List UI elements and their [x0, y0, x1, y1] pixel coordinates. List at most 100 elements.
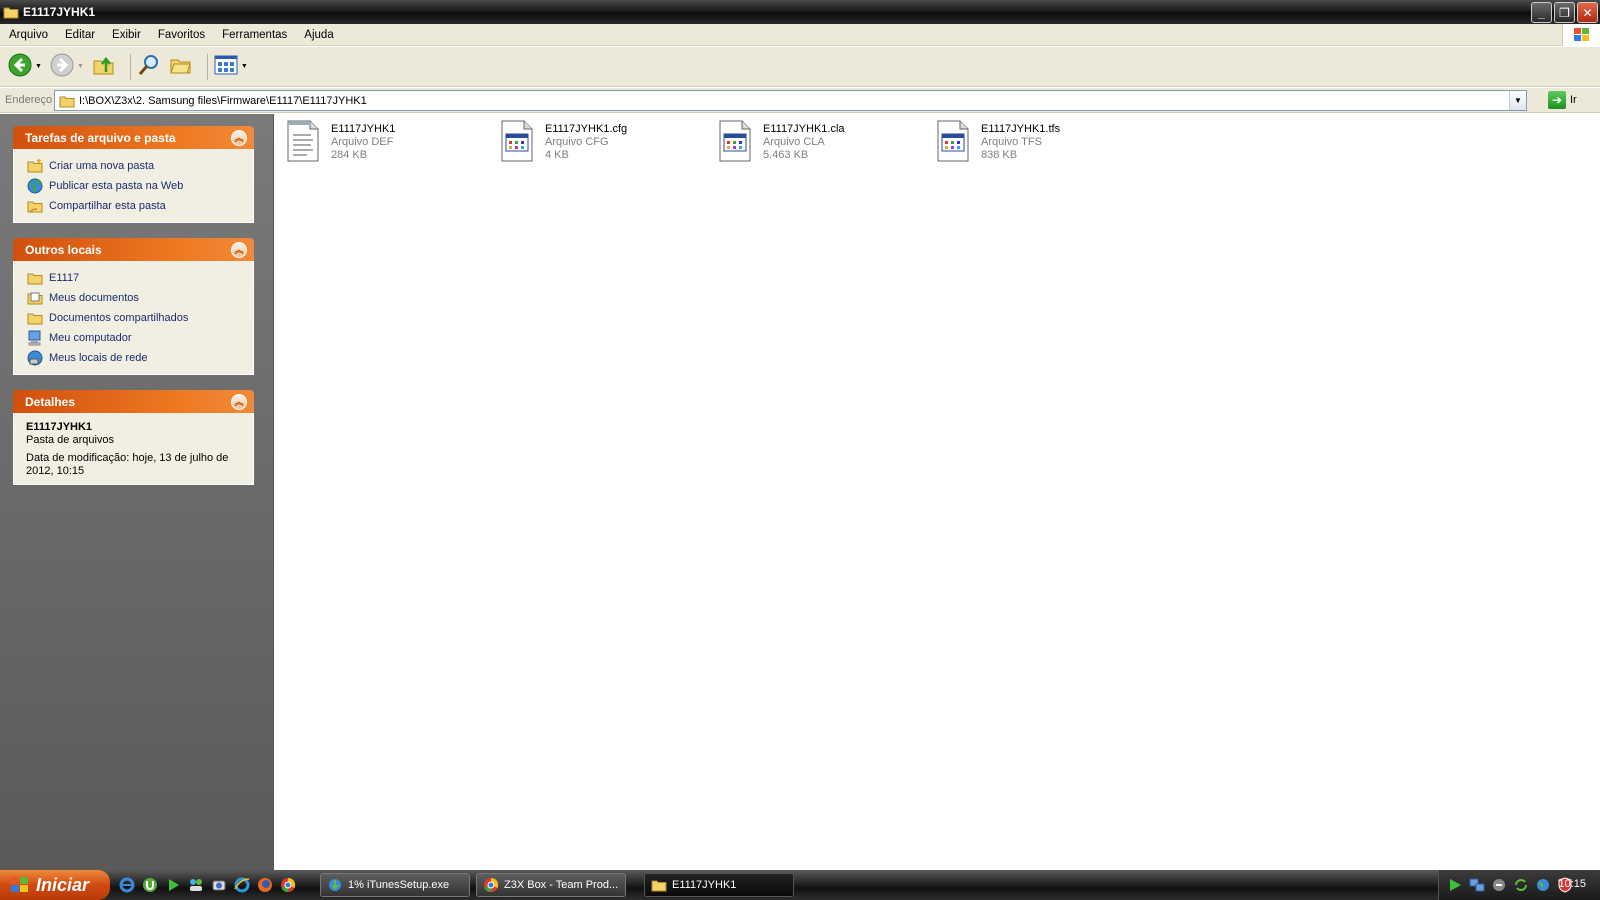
task-new-folder[interactable]: Criar uma nova pasta — [26, 156, 253, 176]
views-icon — [214, 54, 238, 79]
network-icon[interactable] — [1469, 877, 1485, 893]
media-player-icon[interactable] — [164, 876, 182, 894]
menu-ferramentas[interactable]: Ferramentas — [213, 29, 295, 41]
go-arrow-icon: ➔ — [1548, 91, 1566, 109]
place-label: Documentos compartilhados — [49, 312, 189, 324]
windows-logo-icon — [1562, 24, 1600, 46]
panel-details-header[interactable]: Detalhes ︽ — [13, 390, 254, 413]
folders-icon — [169, 53, 193, 80]
camera-icon[interactable] — [210, 876, 228, 894]
menu-favoritos[interactable]: Favoritos — [149, 29, 213, 41]
place-label: Meus documentos — [49, 292, 139, 304]
taskbar: Iniciar 1% iTunesSetup.exe Z3X Box - Tea… — [0, 870, 1600, 900]
app-file-icon — [717, 118, 755, 166]
computer-icon — [26, 330, 44, 346]
restore-button[interactable]: ❐ — [1554, 2, 1575, 23]
panel-other-places: Outros locais ︽ E1117 Meus documentos Do… — [13, 238, 254, 375]
msn-icon[interactable] — [187, 876, 205, 894]
file-name: E1117JYHK1.cla — [763, 123, 845, 135]
panel-title: Detalhes — [25, 394, 76, 409]
panel-other-places-body: E1117 Meus documentos Documentos compart… — [13, 261, 254, 375]
quick-launch — [118, 876, 297, 894]
chevron-down-icon[interactable]: ▼ — [35, 63, 42, 70]
ie-alt-icon[interactable] — [233, 876, 251, 894]
minimize-button[interactable]: _ — [1531, 2, 1552, 23]
download-icon — [327, 877, 343, 893]
firefox-icon[interactable] — [256, 876, 274, 894]
security-icon[interactable] — [1491, 877, 1507, 893]
file-list: E1117JYHK1 Arquivo DEF 284 KB E1117JYHK1… — [275, 114, 1600, 870]
chevron-up-icon[interactable]: ︽ — [231, 129, 247, 146]
close-icon: ✕ — [1582, 5, 1593, 20]
forward-button[interactable]: ▼ — [50, 52, 84, 82]
close-button[interactable]: ✕ — [1577, 2, 1598, 23]
back-button[interactable]: ▼ — [8, 52, 42, 82]
place-network[interactable]: Meus locais de rede — [26, 348, 253, 368]
folder-icon — [651, 877, 667, 893]
place-my-computer[interactable]: Meu computador — [26, 328, 253, 348]
chevron-down-icon[interactable]: ▼ — [241, 63, 248, 70]
menu-arquivo[interactable]: Arquivo — [0, 29, 56, 41]
go-button[interactable]: ➔ Ir — [1548, 91, 1577, 109]
ie-icon[interactable] — [118, 876, 136, 894]
search-button[interactable] — [137, 52, 161, 82]
panel-tasks-header[interactable]: Tarefas de arquivo e pasta ︽ — [13, 126, 254, 149]
task-label: Publicar esta pasta na Web — [49, 180, 184, 192]
place-label: Meu computador — [49, 332, 132, 344]
clock[interactable]: 10:15 — [1558, 878, 1586, 890]
windows-logo-icon — [10, 876, 30, 894]
file-name: E1117JYHK1.tfs — [981, 123, 1061, 135]
address-input[interactable]: I:\BOX\Z3x\2. Samsung files\Firmware\E11… — [54, 90, 1527, 111]
up-folder-button[interactable] — [92, 52, 116, 82]
folders-button[interactable] — [169, 52, 193, 82]
file-item[interactable]: E1117JYHK1.tfs Arquivo TFS 838 KB — [935, 118, 1145, 168]
chevron-down-icon[interactable]: ▼ — [77, 63, 84, 70]
file-type: Arquivo CLA — [763, 136, 825, 148]
utorrent-icon[interactable] — [141, 876, 159, 894]
menu-ajuda[interactable]: Ajuda — [295, 29, 341, 41]
place-label: Meus locais de rede — [49, 352, 148, 364]
panel-other-places-header[interactable]: Outros locais ︽ — [13, 238, 254, 261]
globe-icon[interactable] — [1535, 877, 1551, 893]
chrome-icon — [483, 877, 499, 893]
start-label: Iniciar — [36, 874, 90, 895]
menu-exibir[interactable]: Exibir — [103, 29, 149, 41]
task-share-folder[interactable]: Compartilhar esta pasta — [26, 196, 253, 216]
address-dropdown-button[interactable]: ▼ — [1509, 91, 1526, 110]
chevron-up-icon[interactable]: ︽ — [231, 393, 247, 410]
file-size: 4 KB — [545, 149, 569, 161]
file-item[interactable]: E1117JYHK1.cfg Arquivo CFG 4 KB — [499, 118, 709, 168]
taskbar-item-explorer[interactable]: E1117JYHK1 — [644, 873, 794, 897]
views-button[interactable]: ▼ — [214, 52, 248, 82]
folder-icon — [3, 4, 19, 20]
restore-icon: ❐ — [1559, 5, 1570, 20]
address-bar: Endereço I:\BOX\Z3x\2. Samsung files\Fir… — [0, 88, 1600, 113]
taskbar-item-itunes[interactable]: 1% iTunesSetup.exe — [320, 873, 470, 897]
media-play-icon[interactable] — [1447, 877, 1463, 893]
file-item[interactable]: E1117JYHK1.cla Arquivo CLA 5.463 KB — [717, 118, 927, 168]
address-value: I:\BOX\Z3x\2. Samsung files\Firmware\E11… — [79, 94, 367, 107]
chevron-up-icon[interactable]: ︽ — [231, 241, 247, 258]
task-publish-web[interactable]: Publicar esta pasta na Web — [26, 176, 253, 196]
start-button[interactable]: Iniciar — [0, 870, 110, 900]
file-item[interactable]: E1117JYHK1 Arquivo DEF 284 KB — [285, 118, 495, 168]
place-my-documents[interactable]: Meus documentos — [26, 288, 253, 308]
place-e1117[interactable]: E1117 — [26, 268, 253, 288]
folder-icon — [59, 93, 75, 109]
app-file-icon — [935, 118, 973, 166]
chrome-icon[interactable] — [279, 876, 297, 894]
file-type: Arquivo TFS — [981, 136, 1042, 148]
taskbar-item-chrome[interactable]: Z3X Box - Team Prod... — [476, 873, 626, 897]
window-title: E1117JYHK1 — [23, 5, 96, 19]
file-type: Arquivo DEF — [331, 136, 394, 148]
place-shared-documents[interactable]: Documentos compartilhados — [26, 308, 253, 328]
file-size: 284 KB — [331, 149, 368, 161]
new-folder-icon — [26, 158, 44, 174]
chevron-down-icon: ▼ — [1514, 96, 1522, 105]
panel-title: Outros locais — [25, 242, 102, 257]
update-icon[interactable] — [1513, 877, 1529, 893]
file-type: Arquivo CFG — [545, 136, 609, 148]
menu-editar[interactable]: Editar — [56, 29, 103, 41]
task-pane: Tarefas de arquivo e pasta ︽ Criar uma n… — [0, 114, 274, 870]
folder-icon — [26, 310, 44, 326]
